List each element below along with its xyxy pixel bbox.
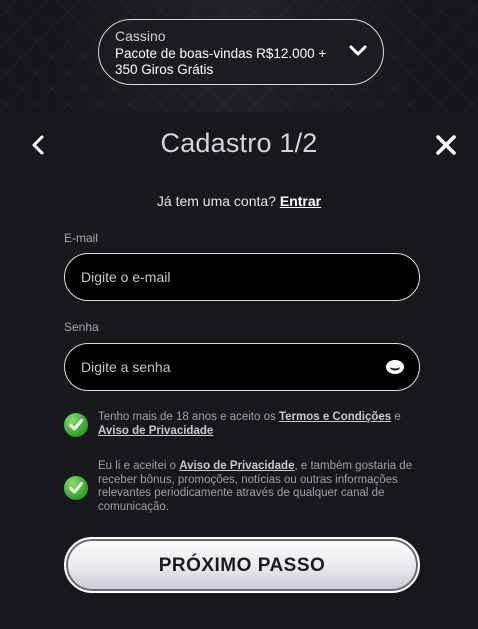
check-icon [69,419,83,431]
bonus-title-line-1: Pacote de boas-vindas R$12.000 + [115,46,327,61]
login-prompt: Já tem uma conta? Entrar [0,193,478,209]
password-field[interactable] [65,344,419,390]
consent-marketing-checkbox[interactable] [64,476,88,500]
chevron-down-icon [349,45,367,56]
consent-age-text-2: e [394,411,401,423]
bonus-category: Cassino [115,28,166,44]
login-prompt-text: Já tem uma conta? [156,193,276,209]
check-icon [69,482,83,494]
privacy-link[interactable]: Aviso de Privacidade [98,425,213,437]
close-icon[interactable] [434,133,458,157]
login-link[interactable]: Entrar [280,193,321,209]
consent-age-checkbox[interactable] [64,413,88,437]
password-label: Senha [64,320,99,334]
consent-age-text-1: Tenho mais de 18 anos e aceito os [98,411,276,423]
eye-icon[interactable] [385,358,405,376]
bonus-title-line-2: 350 Giros Grátis [115,62,214,77]
next-step-button[interactable]: PRÓXIMO PASSO [64,537,420,593]
email-label: E-mail [64,231,99,245]
consent-age-row: Tenho mais de 18 anos e aceito os Termos… [64,410,424,440]
consent-marketing-row: Eu li e aceitei o Aviso de Privacidade, … [64,459,424,519]
page-title: Cadastro 1/2 [160,128,318,158]
consent-age-text: Tenho mais de 18 anos e aceito os Termos… [98,411,424,438]
password-field-wrapper [64,343,420,391]
terms-link[interactable]: Termos e Condições [279,411,391,423]
email-field[interactable] [65,254,419,300]
consent-marketing-text: Eu li e aceitei o Aviso de Privacidade, … [98,460,424,514]
bonus-title: Pacote de boas-vindas R$12.000 + 350 Gir… [115,46,335,78]
privacy-link-2[interactable]: Aviso de Privacidade [179,460,294,472]
email-field-wrapper [64,253,420,301]
bonus-selector[interactable]: Cassino Pacote de boas-vindas R$12.000 +… [98,19,384,85]
consent-marketing-text-1: Eu li e aceitei o [98,460,176,472]
